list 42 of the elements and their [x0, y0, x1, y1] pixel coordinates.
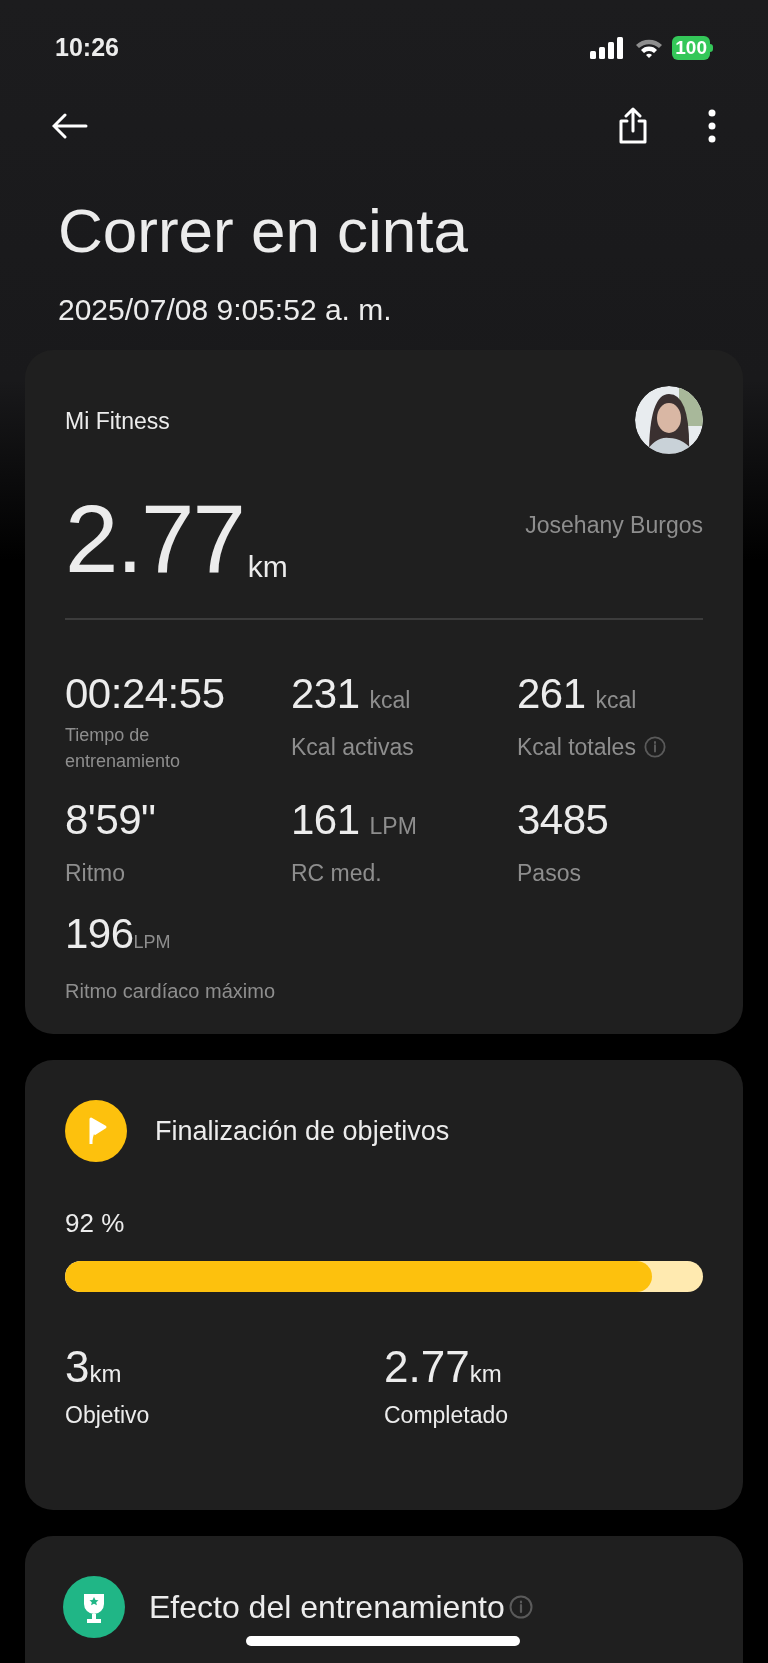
flag-icon — [65, 1100, 127, 1162]
info-icon[interactable] — [508, 1595, 533, 1619]
stat-value: 3485 — [517, 796, 609, 844]
stat-unit: kcal — [369, 686, 411, 715]
stat-label: Pasos — [517, 859, 581, 888]
goal-value: 3 — [65, 1342, 90, 1392]
workout-datetime: 2025/07/08 9:05:52 a. m. — [57, 292, 393, 328]
goal-title: Finalización de objetivos — [155, 1114, 450, 1148]
goal-unit: km — [89, 1359, 122, 1389]
distance-value: 2.77 — [65, 494, 244, 584]
stat-label: Kcal activas — [291, 733, 414, 762]
trophy-icon — [63, 1576, 125, 1638]
battery-icon: 100 — [672, 36, 713, 60]
stat-value: 00:24:55 — [65, 670, 225, 718]
stat-label: Kcal totales — [517, 733, 636, 762]
more-icon[interactable] — [708, 109, 716, 143]
wifi-icon — [635, 37, 664, 59]
goal-unit: km — [469, 1359, 502, 1389]
stat-unit: LPM — [133, 931, 171, 954]
stat-unit: LPM — [369, 812, 417, 841]
info-icon[interactable] — [643, 736, 666, 758]
stat-label: Tiempo de entrenamiento — [65, 724, 182, 773]
source-label: Mi Fitness — [65, 407, 170, 436]
stat-value: 196 — [65, 910, 134, 958]
page-title: Correr en cinta — [57, 195, 470, 267]
stat-value: 161 — [291, 796, 360, 844]
stat-value: 8'59" — [65, 796, 156, 844]
stat-unit: kcal — [595, 686, 637, 715]
stat-value: 261 — [517, 670, 586, 718]
stat-label: Ritmo cardíaco máximo — [65, 979, 276, 1004]
stat-label: Ritmo — [65, 859, 126, 888]
status-time: 10:26 — [55, 32, 119, 64]
user-name: Josehany Burgos — [525, 511, 703, 540]
stat-value: 231 — [291, 670, 360, 718]
back-icon[interactable] — [52, 113, 88, 139]
goal-label: Objetivo — [65, 1401, 150, 1430]
distance-unit: km — [247, 552, 288, 582]
goal-label: Completado — [384, 1401, 509, 1430]
goal-percent: 92 % — [65, 1207, 126, 1240]
goal-value: 2.77 — [384, 1342, 470, 1392]
stat-label: RC med. — [291, 859, 382, 888]
effect-title: Efecto del entrenamiento — [149, 1588, 505, 1627]
